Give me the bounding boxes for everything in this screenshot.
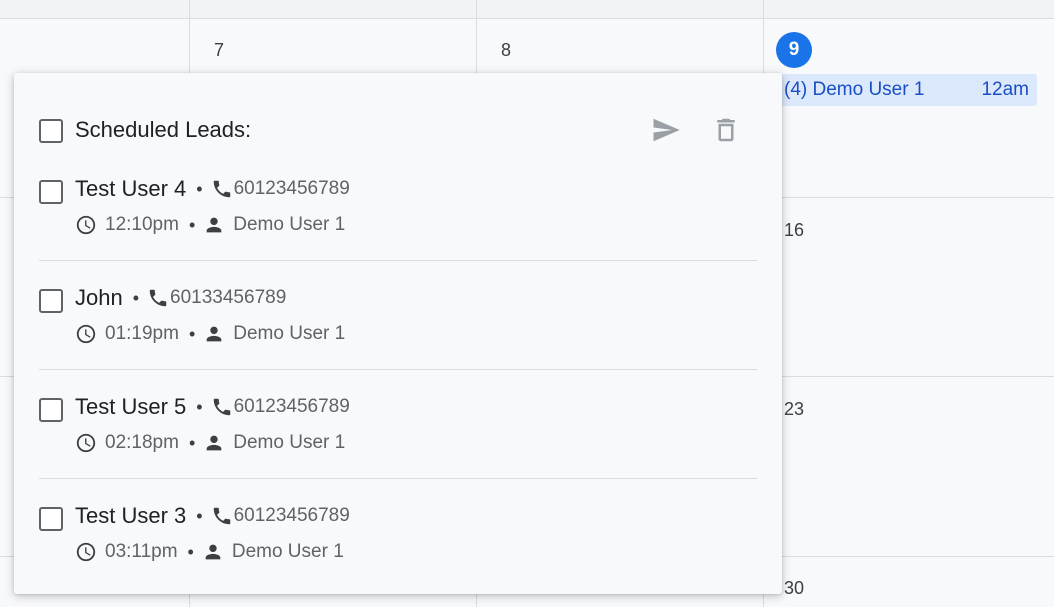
lead-name: Test User 3 — [75, 503, 187, 528]
person-icon — [206, 326, 222, 342]
lead-owner: Demo User 1 — [233, 432, 346, 453]
clock-icon — [76, 542, 96, 562]
separator-dot: • — [132, 287, 140, 308]
grid-line — [0, 18, 1054, 19]
person-icon — [206, 217, 222, 233]
separator-dot: • — [188, 323, 196, 344]
separator-dot: • — [196, 396, 203, 417]
phone-icon — [213, 398, 230, 416]
person-icon — [205, 544, 221, 560]
clock-icon — [76, 324, 96, 344]
lead-item[interactable]: John • 60133456789 01:19pm • Demo User 1 — [14, 273, 782, 382]
lead-time: 02:18pm — [105, 432, 179, 453]
person-icon — [206, 435, 222, 451]
lead-owner: Demo User 1 — [231, 541, 344, 562]
event-time: 12am — [981, 79, 1029, 100]
lead-phone[interactable]: 60123456789 — [234, 505, 350, 527]
phone-icon — [213, 507, 230, 525]
separator-dot: • — [196, 178, 203, 199]
separator-dot: • — [196, 505, 203, 526]
separator-dot: • — [188, 432, 196, 453]
day-number-7[interactable]: 7 — [214, 40, 224, 61]
lead-phone[interactable]: 60133456789 — [170, 287, 286, 309]
trash-icon[interactable] — [711, 114, 741, 146]
lead-item[interactable]: Test User 5 • 60123456789 02:18pm • Demo… — [14, 382, 782, 491]
lead-name: John — [75, 285, 123, 310]
calendar-header-cell — [477, 0, 763, 18]
popup-title: Scheduled Leads: — [75, 117, 252, 142]
lead-time: 12:10pm — [105, 214, 179, 235]
lead-checkbox[interactable] — [39, 180, 63, 204]
calendar-header-cell — [190, 0, 476, 18]
lead-checkbox[interactable] — [39, 289, 63, 313]
lead-checkbox[interactable] — [39, 507, 63, 531]
divider — [39, 260, 757, 261]
scheduled-leads-popup: Scheduled Leads: Test User 4 • 601234567… — [14, 73, 782, 594]
day-number-8[interactable]: 8 — [501, 40, 511, 61]
separator-dot: • — [188, 214, 196, 235]
day-number-today[interactable]: 9 — [776, 32, 812, 68]
lead-phone[interactable]: 60123456789 — [234, 178, 350, 200]
day-number-23[interactable]: 23 — [784, 399, 804, 420]
send-icon[interactable] — [649, 115, 683, 145]
lead-checkbox[interactable] — [39, 398, 63, 422]
day-number-16[interactable]: 16 — [784, 220, 804, 241]
lead-item[interactable]: Test User 4 • 60123456789 12:10pm • Demo… — [14, 164, 782, 273]
lead-owner: Demo User 1 — [233, 323, 346, 344]
lead-name: Test User 5 — [75, 394, 187, 419]
select-all-checkbox[interactable] — [39, 119, 63, 143]
calendar-event-chip[interactable]: (4) Demo User 1 12am — [780, 74, 1037, 106]
lead-time: 01:19pm — [105, 323, 179, 344]
separator-dot: • — [187, 541, 194, 562]
clock-icon — [76, 433, 96, 453]
lead-owner: Demo User 1 — [233, 214, 346, 235]
calendar-header-cell — [764, 0, 1054, 18]
event-label: (4) Demo User 1 — [784, 79, 925, 100]
calendar-view: 7 8 9 16 23 28 29 30 (4) Demo User 1 12a… — [0, 0, 1054, 607]
lead-time: 03:11pm — [105, 541, 178, 562]
divider — [39, 369, 757, 370]
lead-name: Test User 4 — [75, 176, 187, 201]
calendar-header-cell — [0, 0, 189, 18]
clock-icon — [76, 215, 96, 235]
phone-icon — [213, 180, 230, 198]
phone-icon — [149, 289, 167, 307]
lead-item[interactable]: Test User 3 • 60123456789 03:11pm • Demo… — [14, 491, 782, 600]
day-number-30[interactable]: 30 — [784, 578, 804, 599]
divider — [39, 478, 757, 479]
lead-phone[interactable]: 60123456789 — [234, 396, 350, 418]
